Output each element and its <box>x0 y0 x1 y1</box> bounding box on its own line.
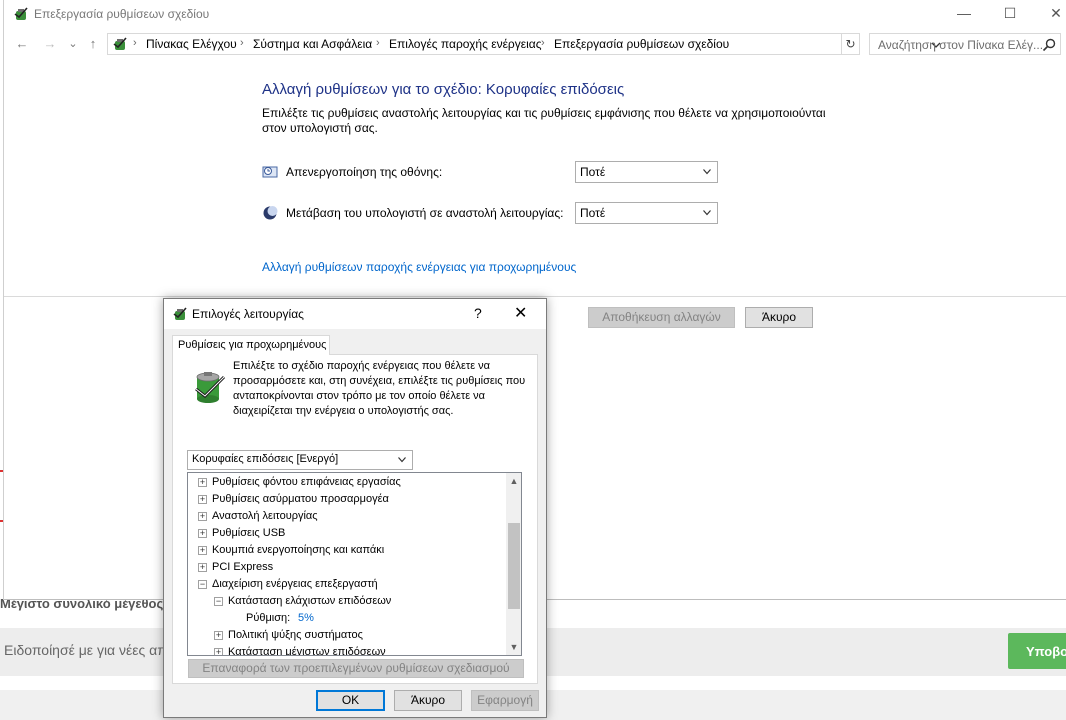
refresh-icon[interactable]: ↻ <box>842 33 860 55</box>
chevron-down-icon <box>703 169 711 175</box>
search-input[interactable]: Αναζήτηση στον Πίνακα Ελέγ... <box>869 33 1061 55</box>
tree-item-label: Κουμπιά ενεργοποίησης και καπάκι <box>212 544 385 556</box>
breadcrumb-separator-icon[interactable]: › <box>133 37 137 49</box>
tree-item-label: Ρυθμίσεις USB <box>212 527 286 539</box>
scroll-up-icon[interactable]: ▲ <box>506 473 521 489</box>
page-description: Επιλέξτε τις ρυθμίσεις αναστολής λειτουρ… <box>262 106 826 135</box>
tree-item-label: Κατάσταση ελάχιστων επιδόσεων <box>228 595 392 607</box>
chevron-down-icon <box>703 210 711 216</box>
dialog-title-bar[interactable]: Επιλογές λειτουργίας ? ✕ <box>164 299 546 329</box>
apply-button[interactable]: Εφαρμογή <box>471 690 539 711</box>
breadcrumb-control-panel[interactable]: Πίνακας Ελέγχου <box>146 37 237 51</box>
close-icon[interactable]: ✕ <box>514 303 527 323</box>
title-bar[interactable]: Επεξεργασία ρυθμίσεων σχεδίου — ☐ ✕ <box>4 0 1066 28</box>
window-title: Επεξεργασία ρυθμίσεων σχεδίου <box>34 7 210 21</box>
forward-arrow-icon[interactable]: → <box>41 34 59 54</box>
breadcrumb-power-options[interactable]: Επιλογές παροχής ενέργειας <box>389 37 541 51</box>
advanced-settings-link[interactable]: Αλλαγή ρυθμίσεων παροχής ενέργειας για π… <box>262 260 576 274</box>
chevron-down-icon <box>398 457 406 463</box>
settings-tree[interactable]: + Ρυθμίσεις φόντου επιφάνειας εργασίας +… <box>187 472 522 656</box>
search-icon[interactable] <box>1042 38 1056 52</box>
tree-item-label: Αναστολή λειτουργίας <box>212 510 318 522</box>
scroll-thumb[interactable] <box>508 523 520 609</box>
background-submit-button[interactable]: Υποβολή <box>1008 633 1066 669</box>
tree-item-label: Διαχείριση ενέργειας επεξεργαστή <box>212 578 378 590</box>
tree-item-label: Ρυθμίσεις ασύρματου προσαρμογέα <box>212 493 389 505</box>
display-off-label: Απενεργοποίηση της οθόνης: <box>286 165 443 179</box>
power-plan-value: Κορυφαίες επιδόσεις [Ενεργό] <box>192 453 339 465</box>
recent-locations-icon[interactable]: ⌄ <box>64 34 82 54</box>
cancel-button[interactable]: Άκυρο <box>745 307 813 328</box>
sleep-value: Ποτέ <box>580 206 606 220</box>
address-bar[interactable]: › Πίνακας Ελέγχου › Σύστημα και Ασφάλεια… <box>107 33 941 55</box>
power-plan-select[interactable]: Κορυφαίες επιδόσεις [Ενεργό] <box>187 450 413 470</box>
dialog-description: Επιλέξτε το σχέδιο παροχής ενέργειας που… <box>233 360 526 417</box>
power-options-icon <box>14 7 28 20</box>
control-panel-icon <box>113 37 127 50</box>
page-title: Αλλαγή ρυθμίσεων για το σχέδιο: Κορυφαίε… <box>262 81 625 98</box>
sleep-setting: Μετάβαση του υπολογιστή σε αναστολή λειτ… <box>262 202 722 224</box>
expand-icon[interactable]: + <box>198 495 207 504</box>
tab-advanced-settings[interactable]: Ρυθμίσεις για προχωρημένους <box>172 335 330 355</box>
expand-icon[interactable]: + <box>214 648 223 655</box>
dialog-title: Επιλογές λειτουργίας <box>192 307 304 321</box>
expand-icon[interactable]: + <box>198 478 207 487</box>
power-options-icon <box>173 307 187 320</box>
ok-button[interactable]: OK <box>316 690 385 711</box>
expand-icon[interactable]: + <box>198 563 207 572</box>
breadcrumb-edit-plan[interactable]: Επεξεργασία ρυθμίσεων σχεδίου <box>554 37 729 51</box>
breadcrumb-separator-icon[interactable]: › <box>376 37 380 49</box>
collapse-icon[interactable]: − <box>198 580 207 589</box>
back-arrow-icon[interactable]: ← <box>13 34 31 54</box>
display-off-select[interactable]: Ποτέ <box>575 161 718 183</box>
dialog-panel: Επιλέξτε το σχέδιο παροχής ενέργειας που… <box>172 354 538 684</box>
help-icon[interactable]: ? <box>474 305 482 321</box>
address-row: ← → ⌄ ↑ › Πίνακας Ελέγχου › Σύστημα και … <box>4 30 1066 58</box>
maximize-button[interactable]: ☐ <box>987 0 1033 28</box>
expand-icon[interactable]: + <box>198 529 207 538</box>
power-options-dialog: Επιλογές λειτουργίας ? ✕ Ρυθμίσεις για π… <box>163 298 547 718</box>
breadcrumb-system-security[interactable]: Σύστημα και Ασφάλεια <box>253 37 372 51</box>
sleep-label: Μετάβαση του υπολογιστή σε αναστολή λειτ… <box>286 206 564 220</box>
collapse-icon[interactable]: − <box>214 597 223 606</box>
up-arrow-icon[interactable]: ↑ <box>84 34 102 54</box>
tree-scrollbar[interactable]: ▲ ▼ <box>506 473 521 655</box>
battery-icon <box>195 372 226 403</box>
save-changes-button[interactable]: Αποθήκευση αλλαγών <box>588 307 735 328</box>
moon-icon <box>263 206 278 220</box>
expand-icon[interactable]: + <box>214 631 223 640</box>
sleep-select[interactable]: Ποτέ <box>575 202 718 224</box>
breadcrumb-separator-icon[interactable]: › <box>240 37 244 49</box>
tree-item-label: Πολιτική ψύξης συστήματος <box>228 629 363 641</box>
background-notify-text[interactable]: Ειδοποίησέ με για νέες απ <box>4 642 167 658</box>
minimize-button[interactable]: — <box>941 0 987 28</box>
tree-item-label: Ρυθμίσεις φόντου επιφάνειας εργασίας <box>212 476 401 488</box>
dialog-cancel-button[interactable]: Άκυρο <box>394 690 462 711</box>
search-placeholder: Αναζήτηση στον Πίνακα Ελέγ... <box>878 38 1044 52</box>
divider <box>4 296 1066 297</box>
setting-label: Ρύθμιση: <box>246 612 291 624</box>
setting-value-link[interactable]: 5% <box>298 612 314 624</box>
monitor-clock-icon <box>262 166 278 178</box>
display-off-setting: Απενεργοποίηση της οθόνης: Ποτέ <box>262 161 722 183</box>
close-button[interactable]: ✕ <box>1033 0 1066 28</box>
display-off-value: Ποτέ <box>580 165 606 179</box>
expand-icon[interactable]: + <box>198 512 207 521</box>
scroll-down-icon[interactable]: ▼ <box>506 639 521 655</box>
breadcrumb-separator-icon[interactable]: › <box>541 37 545 49</box>
tree-item-label: Κατάσταση μέγιστων επιδόσεων <box>228 646 386 656</box>
tree-item-label: PCI Express <box>212 561 274 573</box>
restore-defaults-button[interactable]: Επαναφορά των προεπιλεγμένων ρυθμίσεων σ… <box>188 659 524 678</box>
expand-icon[interactable]: + <box>198 546 207 555</box>
